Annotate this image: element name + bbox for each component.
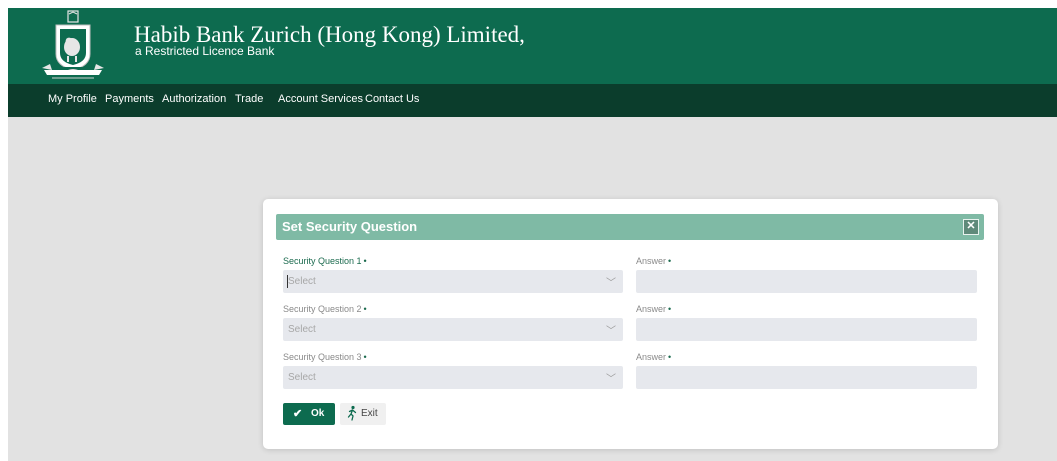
answer-1-input[interactable] — [636, 270, 977, 293]
security-question-1-label: Security Question 1 • — [283, 256, 367, 266]
select-value: Select — [288, 276, 316, 287]
dialog-title: Set Security Question — [282, 219, 418, 234]
security-question-1-select[interactable]: Select ﹀ — [283, 270, 623, 293]
nav-item-authorization[interactable]: Authorization — [162, 93, 226, 105]
security-question-3-label: Security Question 3 • — [283, 352, 367, 362]
security-question-2-select[interactable]: Select ﹀ — [283, 318, 623, 341]
page-frame: Habib Bank Zurich (Hong Kong) Limited, a… — [8, 8, 1057, 461]
bank-subtitle: a Restricted Licence Bank — [135, 44, 275, 58]
exit-button[interactable]: Exit — [340, 403, 386, 425]
exit-button-label: Exit — [361, 408, 378, 419]
nav-item-payments[interactable]: Payments — [105, 93, 154, 105]
answer-3-input[interactable] — [636, 366, 977, 389]
checkmark-icon: ✔ — [293, 408, 303, 420]
running-man-icon — [347, 405, 357, 421]
security-question-3-select[interactable]: Select ﹀ — [283, 366, 623, 389]
chevron-down-icon: ﹀ — [606, 278, 616, 289]
close-button[interactable]: ✕ — [963, 219, 979, 235]
nav-item-account-services[interactable]: Account Services — [278, 93, 363, 105]
answer-2-input[interactable] — [636, 318, 977, 341]
select-value: Select — [288, 372, 316, 383]
bank-crest-logo-icon — [42, 10, 104, 79]
nav-item-my-profile[interactable]: My Profile — [48, 93, 97, 105]
nav-item-trade[interactable]: Trade — [235, 93, 263, 105]
answer-2-label: Answer • — [636, 304, 672, 314]
close-icon: ✕ — [966, 220, 976, 232]
ok-button-label: Ok — [311, 408, 325, 419]
answer-3-label: Answer • — [636, 352, 672, 362]
required-marker: • — [363, 256, 367, 266]
main-navigation: My Profile Payments Authorization Trade … — [8, 84, 1057, 117]
chevron-down-icon: ﹀ — [606, 374, 616, 385]
security-question-dialog: Set Security Question ✕ Security Questio… — [263, 199, 998, 449]
header-bar: Habib Bank Zurich (Hong Kong) Limited, a… — [8, 8, 1057, 84]
nav-item-contact-us[interactable]: Contact Us — [365, 93, 419, 105]
dialog-header: Set Security Question ✕ — [276, 214, 984, 240]
ok-button[interactable]: ✔ Ok — [283, 403, 335, 425]
security-question-2-label: Security Question 2 • — [283, 304, 367, 314]
select-value: Select — [288, 324, 316, 335]
answer-1-label: Answer • — [636, 256, 672, 266]
chevron-down-icon: ﹀ — [606, 326, 616, 337]
